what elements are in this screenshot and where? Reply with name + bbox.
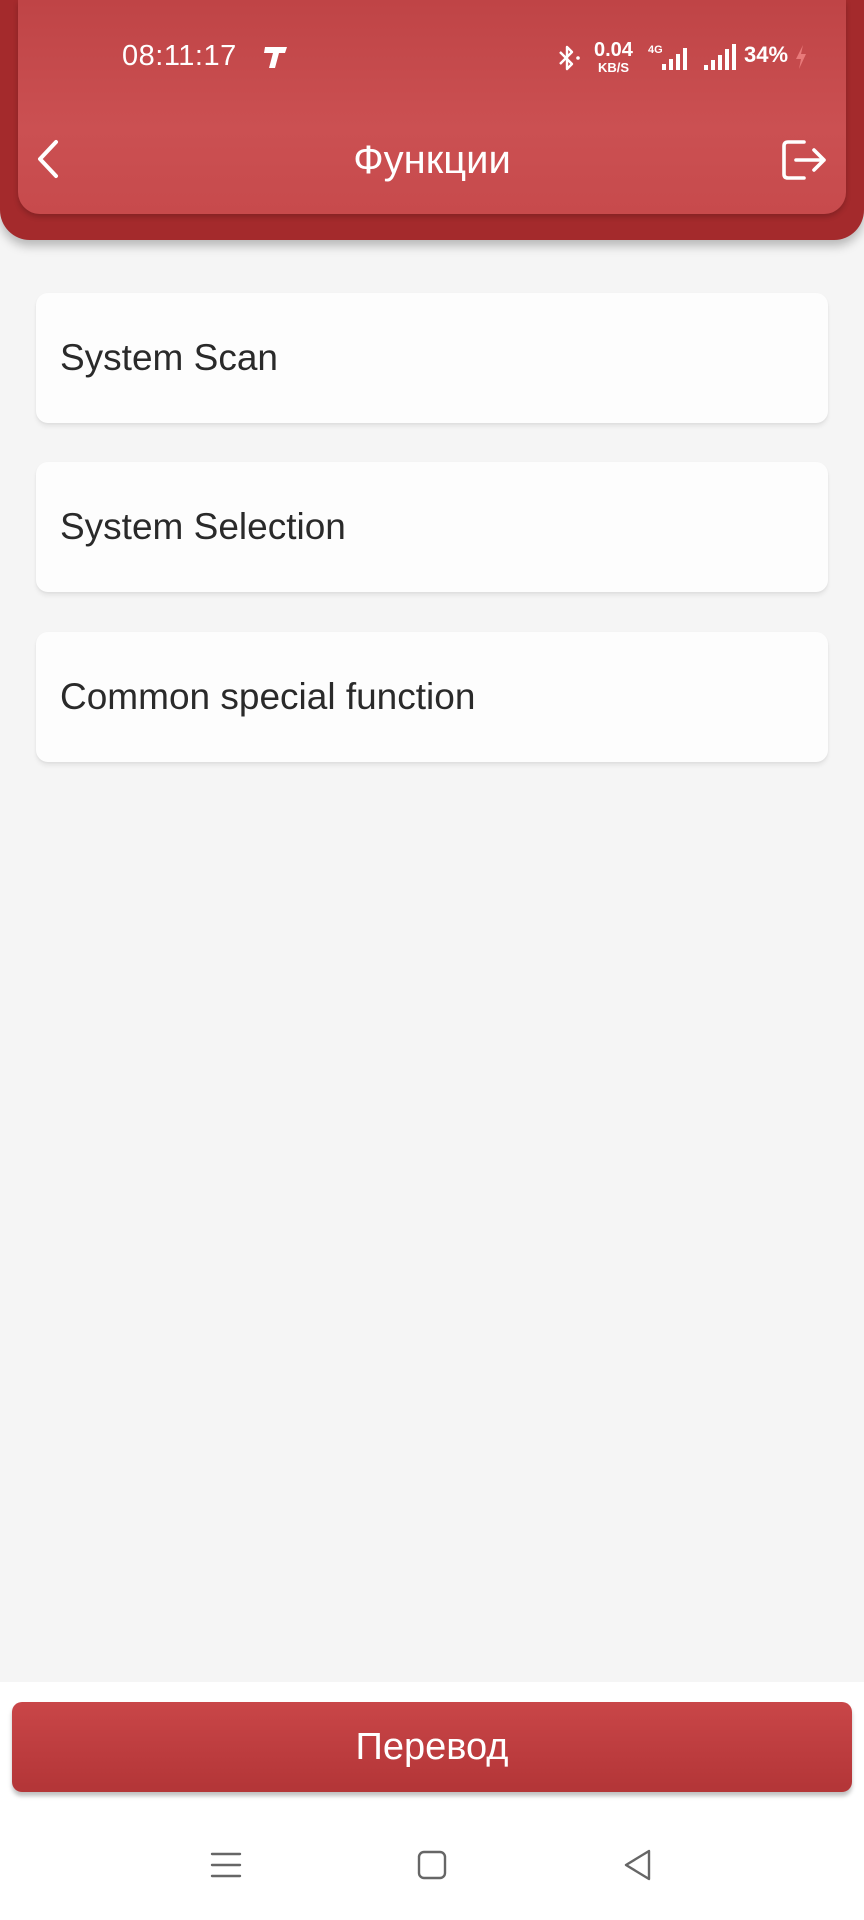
network-type-label: 4G xyxy=(648,44,663,56)
signal-4g-icon: 4G xyxy=(648,44,687,70)
menu-item-label: System Selection xyxy=(60,506,346,547)
battery-level: 34% xyxy=(744,42,789,67)
recent-apps-icon[interactable] xyxy=(210,1850,242,1880)
network-speed-unit: KB/S xyxy=(597,60,629,75)
exit-button[interactable] xyxy=(780,136,830,184)
home-icon[interactable] xyxy=(417,1850,447,1880)
page-title: Функции xyxy=(353,138,511,182)
translate-button[interactable]: Перевод xyxy=(12,1702,852,1792)
menu-item-label: Common special function xyxy=(60,676,476,717)
menu-item-system-scan[interactable]: System Scan xyxy=(36,293,828,423)
charging-bolt-icon xyxy=(796,45,806,69)
menu-item-label: System Scan xyxy=(60,337,278,378)
signal-strength-icon xyxy=(704,44,736,70)
app-screen: 08:11:17 0.04 KB/S 4G 34% Функции System… xyxy=(0,0,864,1920)
carrier-t-icon xyxy=(264,47,287,68)
menu-item-system-selection[interactable]: System Selection xyxy=(36,462,828,592)
status-time: 08:11:17 xyxy=(122,40,237,72)
bluetooth-icon xyxy=(559,45,580,71)
menu-item-common-special-function[interactable]: Common special function xyxy=(36,632,828,762)
nav-back-icon[interactable] xyxy=(622,1848,652,1882)
network-speed: 0.04 KB/S xyxy=(594,40,633,74)
network-speed-value: 0.04 xyxy=(594,39,633,61)
